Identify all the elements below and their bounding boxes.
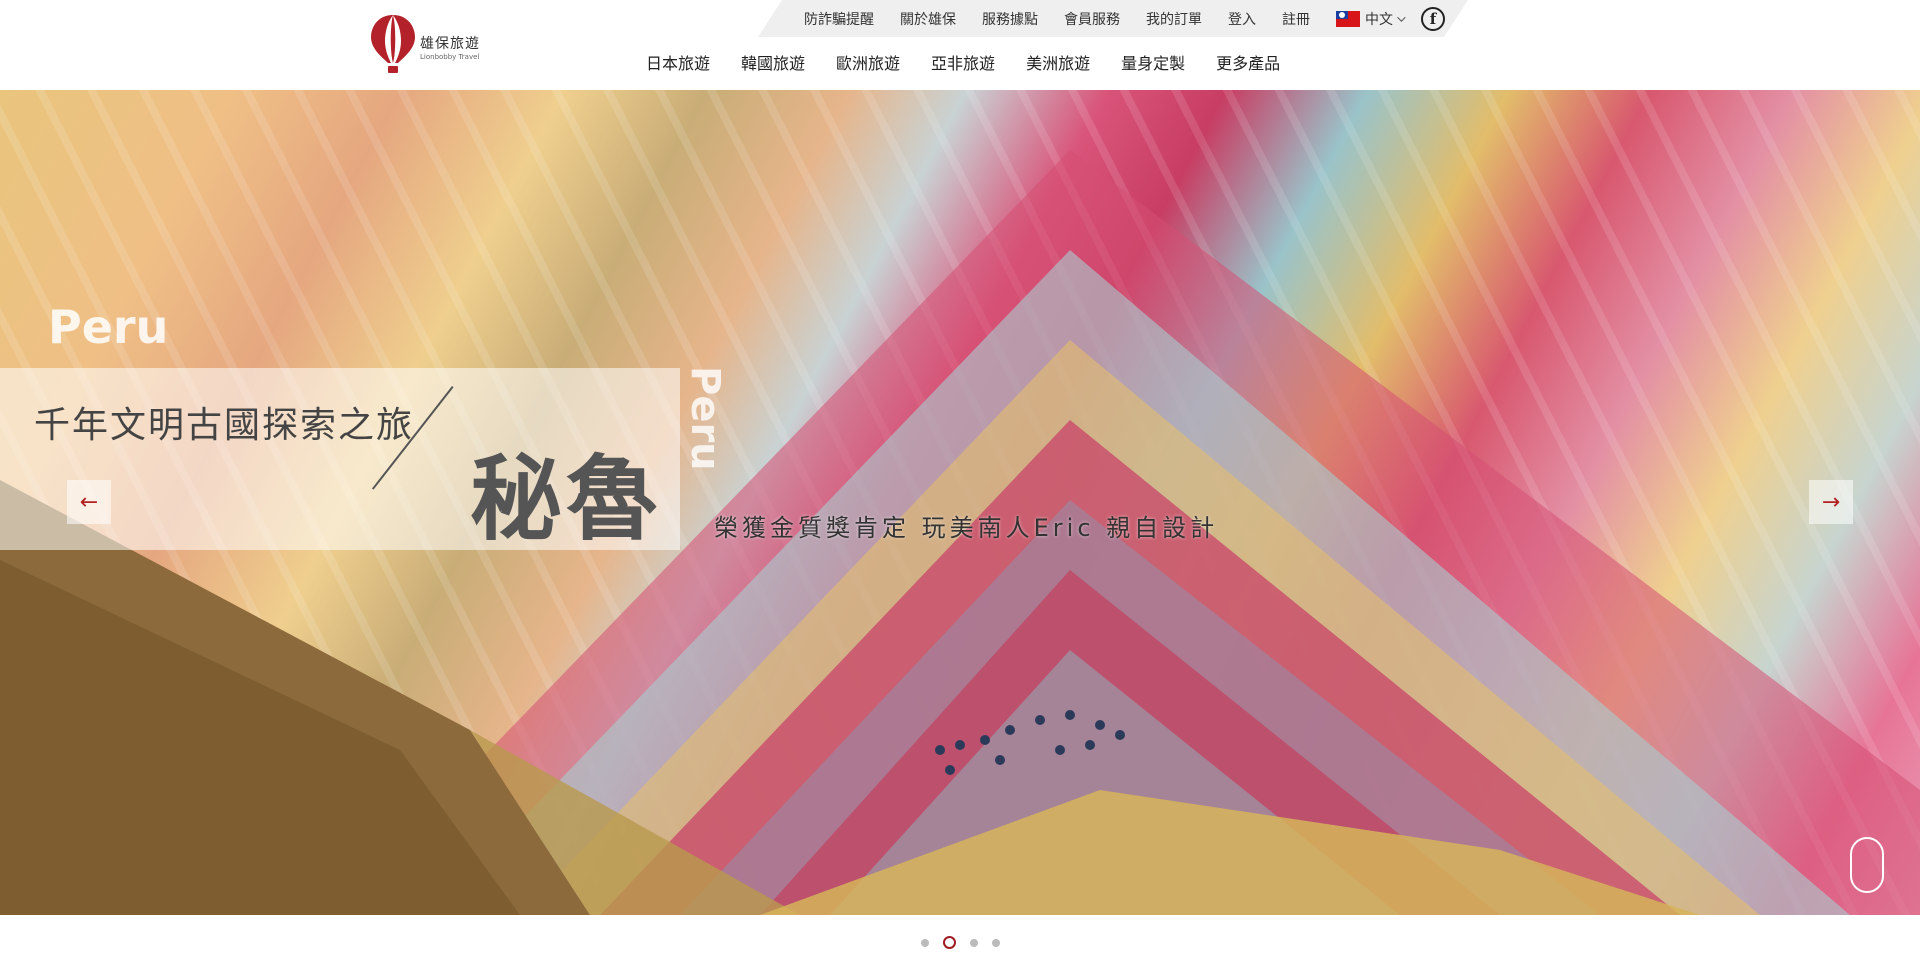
hero-destination: 秘魯 — [470, 446, 663, 553]
carousel-dot[interactable] — [969, 938, 978, 947]
arrow-right-icon: → — [1821, 489, 1841, 515]
hot-air-balloon-logo-icon — [371, 15, 415, 73]
hero-subtitle: 榮獲金質獎肯定 玩美南人Eric 親自設計 — [714, 514, 1219, 542]
nav-europe[interactable]: 歐洲旅遊 — [836, 50, 900, 74]
site-header: 雄保旅遊 Lionbobby Travel 防詐騙提醒 關於雄保 服務據點 會員… — [0, 0, 1920, 90]
brand-name-en: Lionbobby Travel — [420, 53, 480, 61]
nav-americas[interactable]: 美洲旅遊 — [1026, 50, 1090, 74]
taiwan-flag-icon — [1336, 10, 1360, 27]
hero-overlay-word: Peru — [48, 300, 169, 354]
nav-korea[interactable]: 韓國旅遊 — [741, 50, 805, 74]
main-nav: 日本旅遊 韓國旅遊 歐洲旅遊 亞非旅遊 美洲旅遊 量身定製 更多產品 — [646, 50, 1311, 74]
link-about[interactable]: 關於雄保 — [900, 9, 956, 29]
nav-custom[interactable]: 量身定製 — [1121, 50, 1185, 74]
nav-more[interactable]: 更多產品 — [1216, 50, 1280, 74]
nav-japan[interactable]: 日本旅遊 — [646, 50, 710, 74]
language-label: 中文 — [1365, 11, 1393, 28]
carousel-dots — [0, 936, 1920, 949]
link-service-locations[interactable]: 服務據點 — [982, 9, 1038, 29]
hero-tagline: 千年文明古國探索之旅 — [34, 405, 415, 446]
link-member-service[interactable]: 會員服務 — [1064, 9, 1120, 29]
link-register[interactable]: 註冊 — [1282, 9, 1310, 29]
utility-bar: 防詐騙提醒 關於雄保 服務據點 會員服務 我的訂單 登入 註冊 中文 f — [758, 0, 1468, 37]
carousel-dot[interactable] — [920, 938, 929, 947]
carousel-prev-button[interactable]: ← — [67, 480, 111, 524]
link-my-orders[interactable]: 我的訂單 — [1146, 9, 1202, 29]
arrow-left-icon: ← — [79, 489, 99, 515]
hero-vertical-word: Peru — [682, 366, 728, 471]
carousel-dot[interactable] — [991, 938, 1000, 947]
chevron-down-icon — [1397, 12, 1406, 22]
brand-name-cn: 雄保旅遊 — [420, 36, 480, 52]
language-selector[interactable]: 中文 — [1336, 9, 1406, 29]
carousel-dot[interactable] — [942, 936, 956, 949]
carousel-next-button[interactable]: → — [1809, 480, 1853, 524]
scroll-indicator-icon[interactable] — [1850, 837, 1884, 893]
facebook-icon[interactable]: f — [1421, 6, 1445, 31]
hero-banner[interactable]: Peru 千年文明古國探索之旅 秘魯 Peru 榮獲金質獎肯定 玩美南人Eric… — [0, 90, 1920, 915]
link-fraud-alert[interactable]: 防詐騙提醒 — [804, 9, 874, 29]
nav-asia-africa[interactable]: 亞非旅遊 — [931, 50, 995, 74]
link-login[interactable]: 登入 — [1228, 9, 1256, 29]
site-logo[interactable]: 雄保旅遊 Lionbobby Travel — [368, 12, 480, 76]
